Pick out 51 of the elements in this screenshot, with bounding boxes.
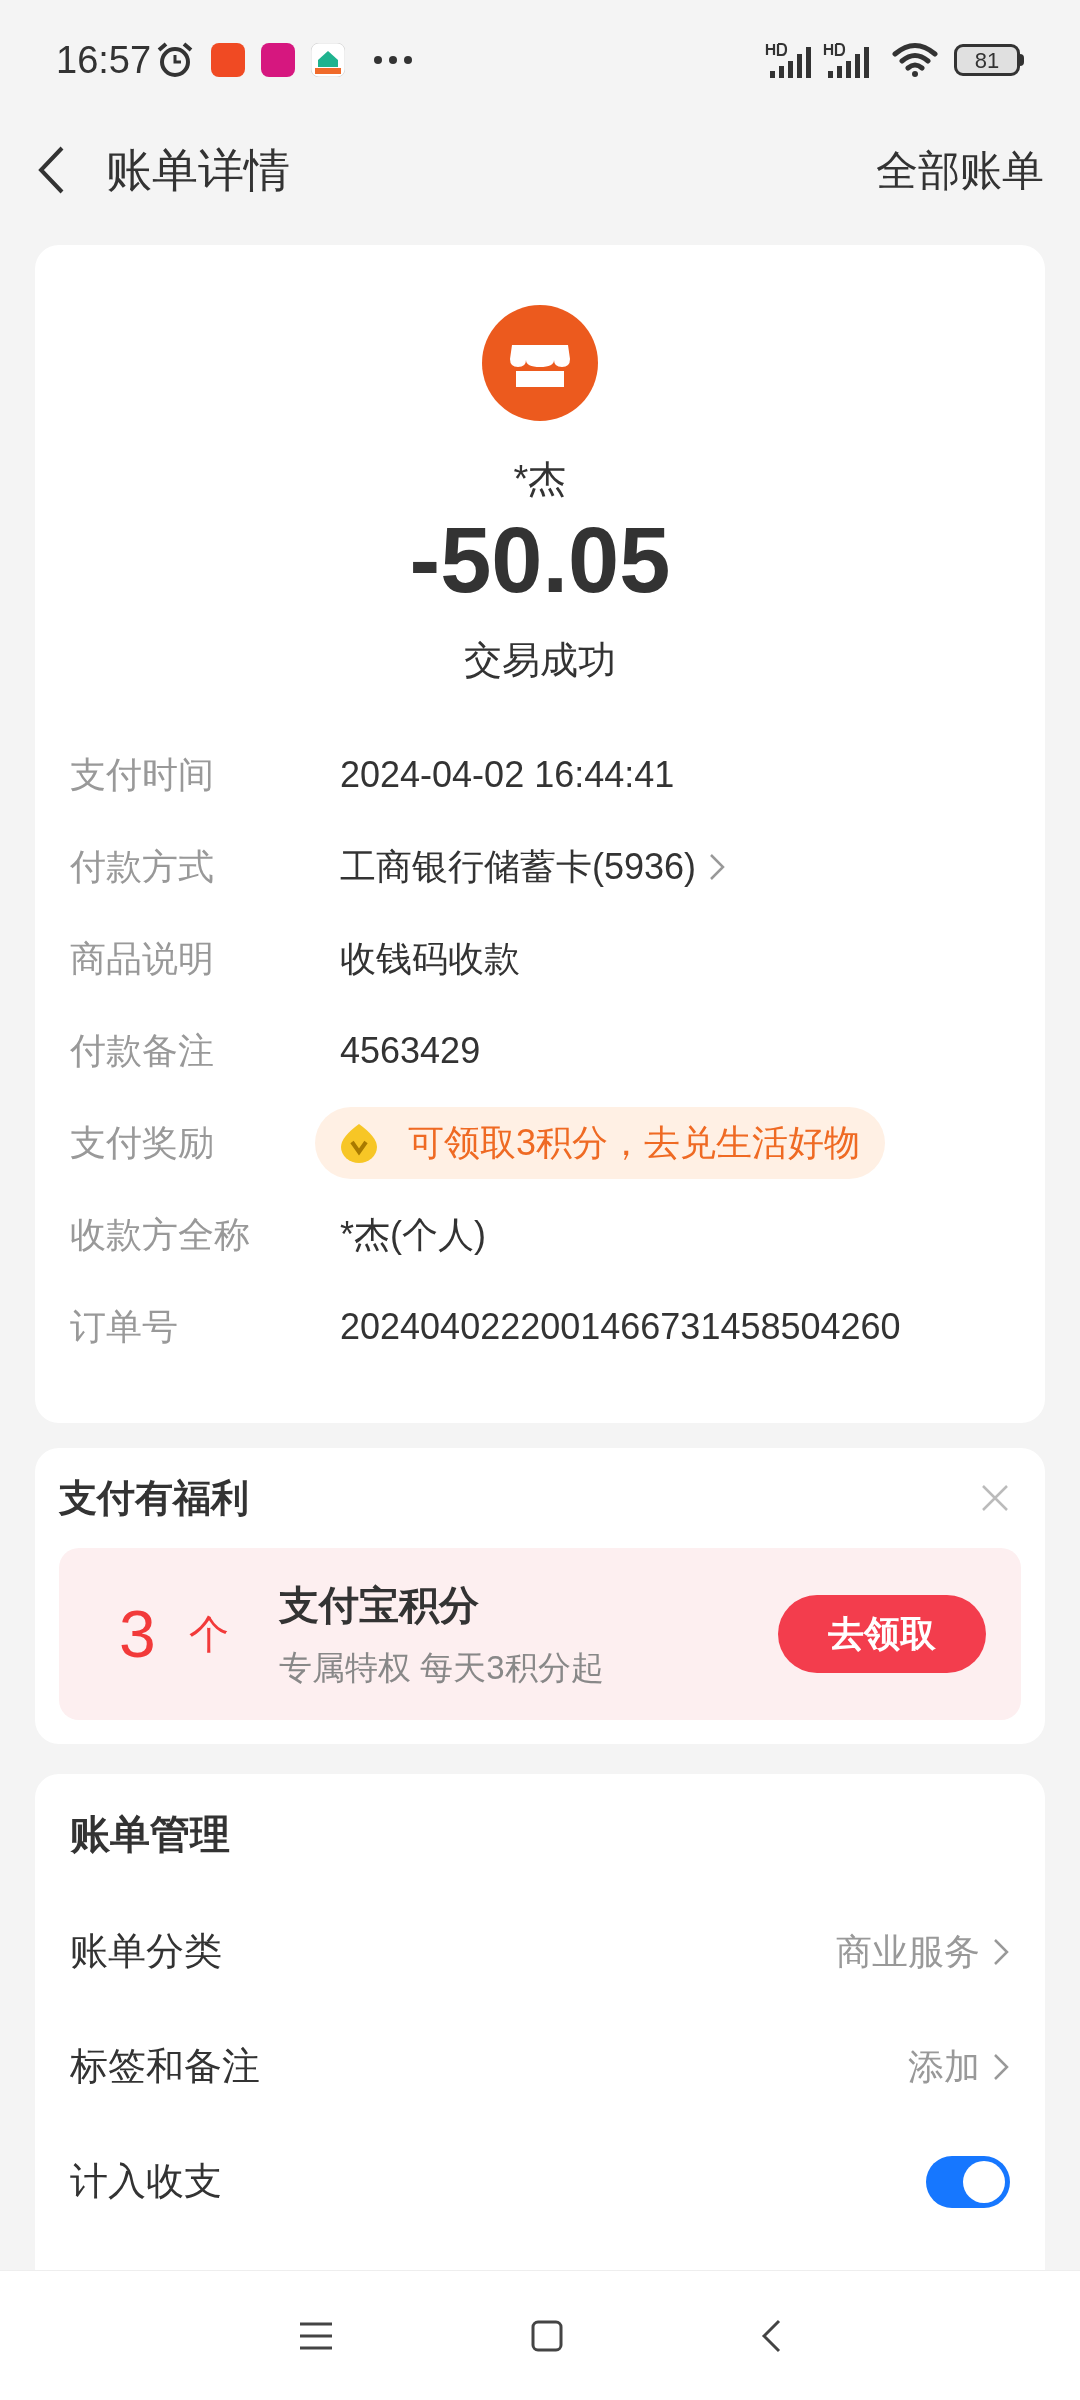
home-icon[interactable] [530,2318,564,2353]
detail-label: 订单号 [70,1305,179,1349]
shop-icon [482,305,598,421]
app-notification-icon [211,43,246,77]
benefit-title: 支付有福利 [59,1475,249,1521]
detail-label: 支付奖励 [70,1121,215,1165]
menu-icon[interactable] [298,2320,334,2351]
chevron-right-icon [992,1936,1010,1967]
house-icon [311,43,346,77]
detail-label: 收款方全称 [70,1213,251,1257]
reward-text: 可领取3积分，去兑生活好物 [408,1121,861,1165]
setting-label: 账单分类 [70,1929,222,1974]
chevron-right-icon [992,2051,1010,2082]
chevron-right-icon [708,852,727,882]
detail-label: 付款备注 [70,1029,215,1073]
management-title: 账单管理 [70,1811,230,1858]
coin-icon [340,1123,378,1163]
page-title: 账单详情 [106,142,290,198]
status-time: 16:57 [56,37,152,83]
reward-pill[interactable]: 可领取3积分，去兑生活好物 [315,1107,886,1179]
more-icon [373,55,414,65]
points-unit: 个 [189,1611,230,1658]
detail-value: 2024-04-02 16:44:41 [340,753,675,797]
status-text: 交易成功 [464,638,616,683]
detail-value: 收钱码收款 [340,937,520,981]
points-description: 专属特权 每天3积分起 [279,1648,604,1689]
detail-label: 支付时间 [70,753,215,797]
signal-icon [822,41,872,79]
detail-value: *杰(个人) [340,1213,486,1257]
setting-link[interactable]: 添加 [908,2039,1010,2094]
app-notification-icon [261,43,296,77]
detail-value: 4563429 [340,1029,481,1073]
back-icon[interactable] [36,145,66,195]
detail-label: 付款方式 [70,845,215,889]
setting-label: 计入收支 [70,2159,222,2204]
setting-label: 标签和备注 [70,2044,260,2089]
signal-icon [764,41,814,79]
wifi-icon [892,42,938,78]
setting-link[interactable]: 商业服务 [836,1924,1010,1979]
amount: -50.05 [409,514,671,606]
detail-label: 商品说明 [70,937,215,981]
points-title: 支付宝积分 [279,1582,480,1630]
back-icon[interactable] [760,2317,782,2354]
payee-name: *杰 [513,457,567,502]
payment-method-link[interactable]: 工商银行储蓄卡(5936) [340,840,727,894]
claim-button[interactable]: 去领取 [778,1595,986,1673]
battery-icon: 81 [954,44,1020,76]
all-bills-link[interactable]: 全部账单 [876,138,1044,202]
points-count: 3 [119,1595,157,1673]
detail-value: 2024040222001466731458504260 [340,1305,901,1349]
toggle-switch[interactable] [926,2155,1010,2208]
